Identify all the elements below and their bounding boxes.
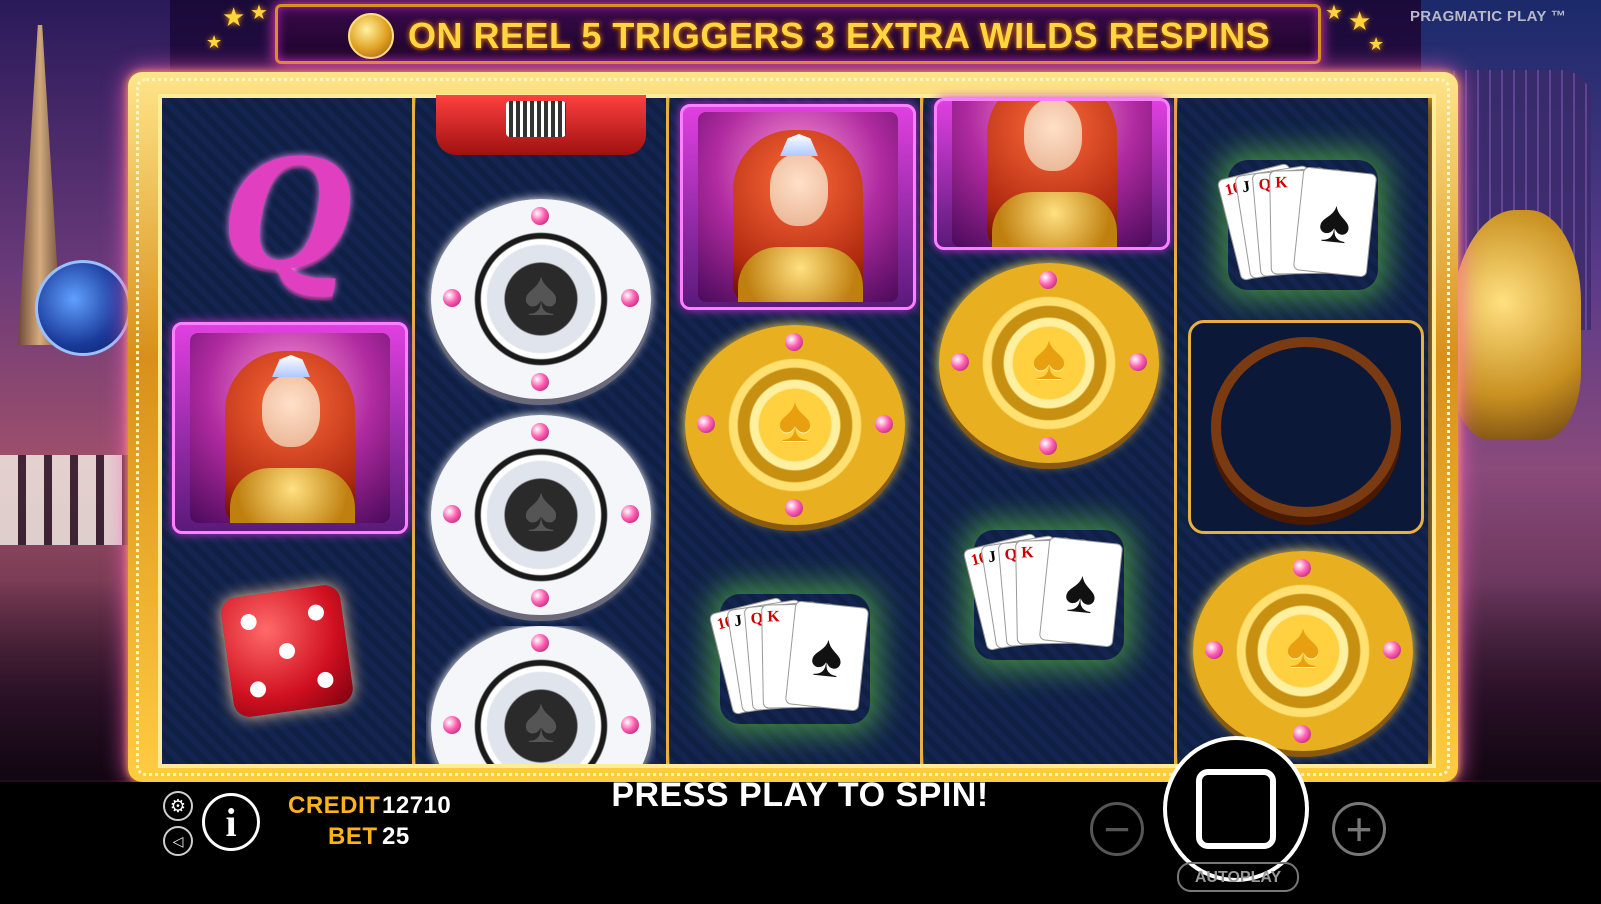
showgirl-portrait bbox=[698, 112, 898, 302]
gold-chip-icon: ♠ bbox=[1193, 551, 1413, 751]
royal-flush-symbol: 10 J Q K ♠ bbox=[1188, 120, 1418, 330]
increase-bet-button[interactable]: + bbox=[1332, 802, 1386, 856]
brand-logo: PRAGMATIC PLAY ™ bbox=[1410, 8, 1567, 25]
banner-text: ON REEL 5 TRIGGERS 3 EXTRA WILDS RESPINS bbox=[408, 15, 1271, 56]
red-dice-symbol bbox=[172, 546, 402, 756]
silver-chip-icon: ♠ bbox=[431, 415, 651, 615]
reel-area: Q ♠ ♠ ♠ ♠ 10 J Q K ♠ ♠ 10 J Q K ♠ 10 J Q… bbox=[158, 94, 1436, 768]
gold-chip-icon: ♠ bbox=[939, 263, 1159, 463]
showgirl-portrait bbox=[190, 333, 390, 523]
silver-chip-symbol: ♠ bbox=[426, 194, 656, 404]
royal-flush-symbol: 10 J Q K ♠ bbox=[934, 490, 1164, 700]
spade-icon: ♠ bbox=[1032, 321, 1066, 393]
reel-5: 10 J Q K ♠ ♠ bbox=[1178, 98, 1428, 764]
queen-letter: Q bbox=[221, 127, 353, 303]
autoplay-button[interactable]: AUTOPLAY bbox=[1177, 862, 1299, 892]
credit-label: CREDIT bbox=[288, 792, 381, 819]
balloon-globe-decoration bbox=[35, 260, 131, 356]
roulette-symbol bbox=[1188, 320, 1424, 534]
showgirl-symbol bbox=[934, 98, 1170, 250]
silver-chip-icon: ♠ bbox=[431, 626, 651, 764]
dice-icon bbox=[219, 583, 355, 719]
star-icon: ★ bbox=[206, 32, 223, 52]
spade-icon: ♠ bbox=[524, 684, 558, 756]
car-icon bbox=[436, 95, 646, 155]
gold-chip-symbol: ♠ bbox=[680, 320, 910, 530]
star-icon: ★ bbox=[222, 2, 246, 32]
bet-label: BET bbox=[328, 823, 378, 850]
red-car-symbol bbox=[426, 94, 656, 156]
reel-4: ♠ 10 J Q K ♠ bbox=[924, 98, 1177, 764]
reel-2: ♠ ♠ ♠ bbox=[416, 95, 669, 764]
gold-chip-icon: ♠ bbox=[685, 325, 905, 525]
showgirl-portrait bbox=[952, 101, 1152, 247]
roulette-wheel-icon bbox=[1211, 337, 1401, 517]
gold-chip-symbol: ♠ bbox=[1188, 546, 1418, 756]
gold-coin-icon bbox=[348, 13, 394, 59]
showgirl-symbol bbox=[680, 104, 916, 310]
silver-chip-symbol: ♠ bbox=[426, 626, 656, 764]
bet-value: 25 bbox=[382, 823, 410, 850]
spin-button[interactable] bbox=[1163, 736, 1309, 882]
golden-lion-statue bbox=[1451, 210, 1581, 440]
settings-gear-icon[interactable]: ⚙ bbox=[163, 791, 193, 821]
star-icon: ★ bbox=[1325, 2, 1343, 24]
silver-chip-symbol: ♠ bbox=[426, 410, 656, 620]
feature-banner: ON REEL 5 TRIGGERS 3 EXTRA WILDS RESPINS bbox=[275, 4, 1321, 64]
sound-toggle-icon[interactable]: ◁ bbox=[163, 826, 193, 856]
info-button[interactable]: i bbox=[202, 793, 260, 851]
star-icon: ★ bbox=[1348, 6, 1372, 36]
spade-icon: ♠ bbox=[524, 473, 558, 545]
silver-chip-icon: ♠ bbox=[431, 199, 651, 399]
reel-frame: Q ♠ ♠ ♠ ♠ 10 J Q K ♠ ♠ 10 J Q K ♠ 10 J Q… bbox=[128, 72, 1458, 782]
reel-1: Q bbox=[162, 98, 415, 764]
status-message: PRESS PLAY TO SPIN! bbox=[611, 776, 989, 814]
queen-symbol: Q bbox=[172, 110, 402, 320]
cards-icon: 10 J Q K ♠ bbox=[1216, 160, 1378, 290]
bottom-bar: ⚙ ◁ i CREDIT 12710 BET 25 PRESS PLAY TO … bbox=[0, 736, 1601, 904]
star-icon: ★ bbox=[1368, 34, 1385, 54]
spade-icon: ♠ bbox=[524, 257, 558, 329]
star-icon: ★ bbox=[250, 2, 268, 24]
spade-icon: ♠ bbox=[778, 383, 812, 455]
showgirl-symbol bbox=[172, 322, 408, 534]
credit-value: 12710 bbox=[382, 792, 452, 819]
gold-chip-symbol: ♠ bbox=[934, 258, 1164, 468]
royal-flush-symbol: 10 J Q K ♠ bbox=[680, 554, 910, 764]
reel-3: ♠ 10 J Q K ♠ bbox=[670, 98, 923, 764]
cards-icon: 10 J Q K ♠ bbox=[962, 530, 1124, 660]
cards-icon: 10 J Q K ♠ bbox=[708, 594, 870, 724]
spade-icon: ♠ bbox=[1286, 609, 1320, 681]
game-scene: ★ ★ ★ ★ ★ ★ ON REEL 5 TRIGGERS 3 EXTRA W… bbox=[0, 0, 1601, 904]
decrease-bet-button[interactable]: − bbox=[1090, 802, 1144, 856]
spin-square-icon bbox=[1196, 769, 1276, 849]
